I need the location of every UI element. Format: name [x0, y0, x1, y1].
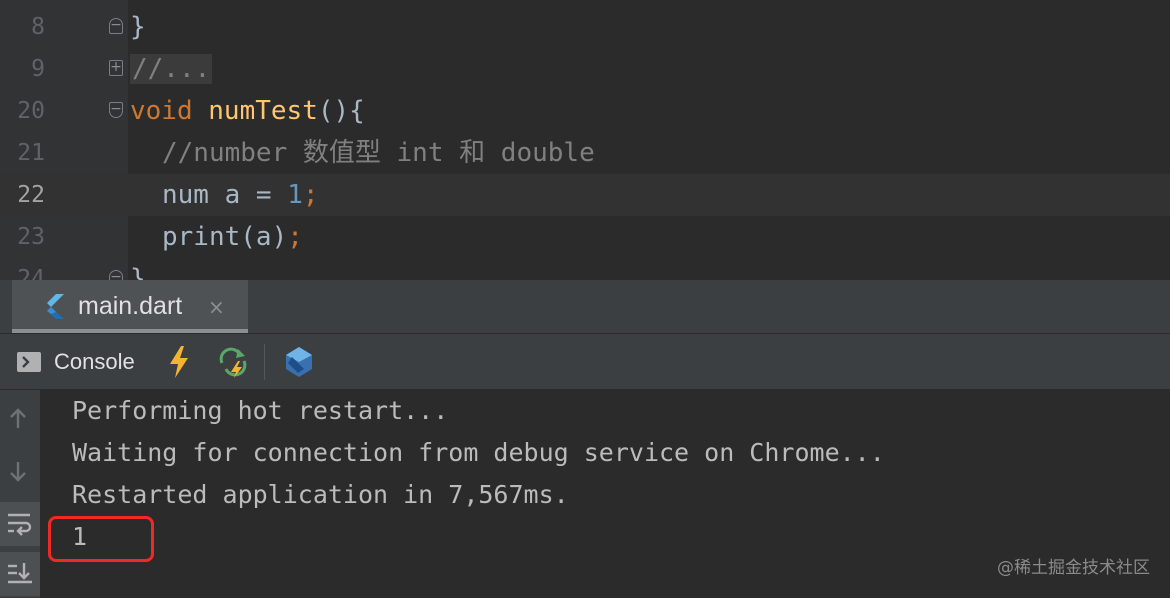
- hot-restart-icon[interactable]: [216, 345, 250, 379]
- scroll-to-end-button[interactable]: [0, 552, 40, 596]
- code-text: num a = 1;: [162, 174, 319, 216]
- scroll-down-icon: [10, 462, 26, 482]
- code-line[interactable]: 20 − void numTest(){: [0, 90, 1170, 132]
- line-number: 22: [17, 182, 45, 208]
- soft-wrap-button[interactable]: [0, 502, 40, 546]
- run-tab-bar: main.dart ×: [0, 280, 1170, 334]
- watermark: @稀土掘金技术社区: [997, 558, 1150, 578]
- semicolon-token: ;: [302, 180, 319, 210]
- console-icon: [17, 352, 41, 372]
- scroll-down-button[interactable]: [0, 450, 40, 494]
- tab-main-dart[interactable]: main.dart ×: [12, 280, 248, 333]
- code-text: }: [130, 12, 146, 42]
- code-token: print(a): [162, 222, 288, 252]
- fold-expand-icon[interactable]: +: [109, 60, 123, 76]
- fold-collapse-icon[interactable]: −: [109, 102, 123, 118]
- soft-wrap-icon: [8, 513, 32, 536]
- code-editor[interactable]: 8 − } 9 + //... 20 − void numTest(){ 21 …: [0, 0, 1170, 280]
- code-text: print(a);: [162, 216, 303, 258]
- code-token: num a =: [162, 180, 288, 210]
- toolbar-separator: [264, 344, 265, 380]
- line-number: 21: [17, 140, 45, 166]
- code-line[interactable]: 23 print(a);: [0, 216, 1170, 258]
- tab-label: main.dart: [78, 292, 183, 320]
- dart-icon: [47, 294, 64, 319]
- console-label: Console: [54, 349, 135, 374]
- console-line: Waiting for connection from debug servic…: [72, 438, 885, 467]
- punctuation-token: (){: [317, 96, 365, 126]
- code-line[interactable]: 9 + //...: [0, 48, 1170, 90]
- code-text: //number 数值型 int 和 double: [162, 132, 595, 174]
- console-line: Restarted application in 7,567ms.: [72, 480, 569, 509]
- active-tab-indicator: [12, 329, 248, 333]
- folded-region[interactable]: //...: [130, 54, 213, 84]
- scroll-up-button[interactable]: [0, 396, 40, 440]
- line-number: 23: [17, 224, 45, 250]
- number-token: 1: [287, 180, 303, 210]
- code-line-current[interactable]: 22 num a = 1;: [0, 174, 1170, 216]
- function-name-token: numTest: [208, 96, 318, 126]
- line-number: 9: [31, 56, 45, 82]
- fold-collapse-icon[interactable]: −: [109, 18, 123, 34]
- run-toolbar: Console: [0, 334, 1170, 390]
- keyword-token: void: [130, 96, 193, 126]
- hot-reload-icon[interactable]: [166, 345, 192, 379]
- code-line[interactable]: 8 − }: [0, 6, 1170, 48]
- code-text: void numTest(){: [130, 90, 365, 132]
- line-number: 20: [17, 98, 45, 124]
- fold-collapse-icon[interactable]: −: [109, 270, 123, 280]
- console-line: Performing hot restart...: [72, 396, 449, 425]
- console-side-toolbar: [0, 390, 40, 598]
- line-number: 8: [31, 14, 45, 40]
- comment-token: //number 数值型 int 和 double: [162, 138, 595, 168]
- code-line[interactable]: 24 − }: [0, 258, 1170, 280]
- scroll-to-end-icon: [8, 563, 32, 584]
- scroll-up-icon: [10, 408, 26, 428]
- code-text: }: [130, 264, 146, 280]
- highlight-annotation-box: [48, 516, 154, 562]
- semicolon-token: ;: [287, 222, 303, 252]
- close-icon[interactable]: ×: [208, 280, 225, 335]
- dart-devtools-icon[interactable]: [282, 345, 316, 379]
- code-line[interactable]: 21 //number 数值型 int 和 double: [0, 132, 1170, 174]
- line-number: 24: [17, 266, 45, 280]
